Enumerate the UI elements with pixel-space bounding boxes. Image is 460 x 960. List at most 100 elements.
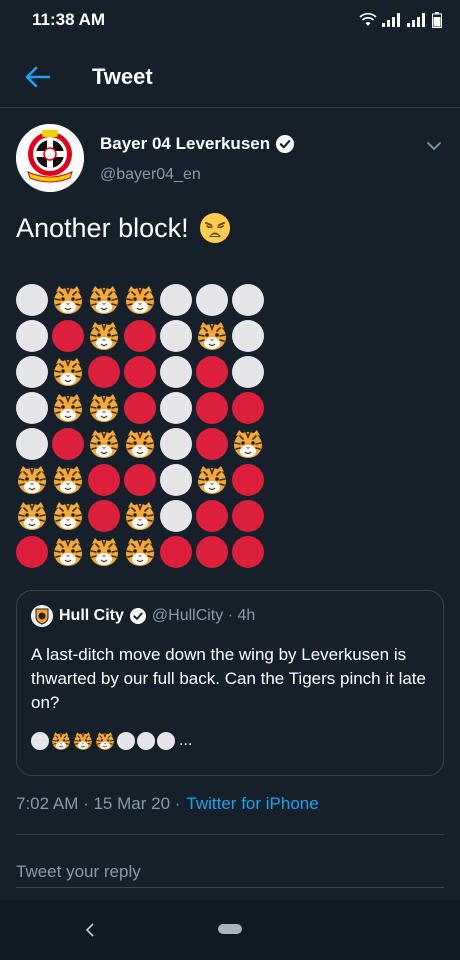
grid-row <box>16 284 266 320</box>
tiger-cell <box>124 500 156 532</box>
red-circle <box>52 428 84 460</box>
verified-badge-icon <box>129 608 146 624</box>
tiger-cell <box>88 284 120 316</box>
tiger-cell <box>52 392 84 424</box>
red-circle <box>232 536 264 568</box>
white-circle <box>16 428 48 460</box>
tiger-face-icon <box>126 430 154 458</box>
grid-row <box>16 356 266 392</box>
author-handle: @bayer04_en <box>100 166 201 183</box>
tiger-cell <box>88 392 120 424</box>
bayer-leverkusen-logo <box>16 124 84 192</box>
red-circle <box>196 428 228 460</box>
signal-icon <box>382 13 400 27</box>
quoted-author-name: Hull City <box>59 607 124 624</box>
tiger-face-icon <box>54 286 82 314</box>
author-name[interactable]: Bayer 04 Leverkusen <box>100 134 295 154</box>
nav-home-pill[interactable] <box>218 924 242 934</box>
tiger-cell <box>16 500 48 532</box>
red-circle <box>232 464 264 496</box>
red-circle <box>160 536 192 568</box>
hull-city-avatar <box>31 605 53 627</box>
white-circle <box>196 284 228 316</box>
tweet-timestamp: 7:02 AM · 15 Mar 20 · <box>16 794 181 813</box>
tiger-cell <box>52 500 84 532</box>
tiger-cell <box>52 356 84 388</box>
tiger-cell <box>232 428 264 460</box>
tiger-face-icon <box>52 732 70 750</box>
red-circle <box>88 500 120 532</box>
red-circle <box>124 320 156 352</box>
white-circle <box>137 732 155 750</box>
arrow-left-icon <box>25 66 51 87</box>
tiger-cell <box>52 464 84 496</box>
chevron-left-icon <box>85 923 94 937</box>
tiger-cell <box>124 428 156 460</box>
tiger-face-icon <box>90 430 118 458</box>
white-circle <box>232 284 264 316</box>
white-circle <box>16 320 48 352</box>
tiger-face-icon <box>126 502 154 530</box>
avatar[interactable] <box>16 124 84 192</box>
tiger-face-icon <box>18 466 46 494</box>
tiger-face-icon <box>54 394 82 422</box>
tiger-face-icon <box>54 358 82 386</box>
red-circle <box>88 464 120 496</box>
tiger-cell <box>52 536 84 568</box>
status-bar: 11:38 AM <box>0 0 460 40</box>
tiger-face-icon <box>234 430 262 458</box>
tiger-face-icon <box>198 466 226 494</box>
red-circle <box>16 536 48 568</box>
chevron-down-icon[interactable] <box>424 136 444 156</box>
nav-back-button[interactable] <box>80 916 100 944</box>
grid-row <box>16 392 266 428</box>
tiger-face-icon <box>126 286 154 314</box>
red-circle <box>232 392 264 424</box>
white-circle <box>232 356 264 388</box>
quoted-tweet-header: Hull City @HullCity · 4h <box>31 605 255 627</box>
quoted-tweet-text: A last-ditch move down the wing by Lever… <box>31 645 426 712</box>
quoted-tweet[interactable]: Hull City @HullCity · 4h A last-ditch mo… <box>16 590 444 776</box>
tiger-face-icon <box>90 322 118 350</box>
page-title: Tweet <box>92 63 153 89</box>
status-icons <box>359 12 442 28</box>
top-app-bar: Tweet <box>0 46 460 108</box>
battery-icon <box>432 12 442 28</box>
white-circle <box>16 392 48 424</box>
signal-icon-2 <box>407 13 425 27</box>
tiger-face-icon <box>18 502 46 530</box>
tiger-cell <box>88 320 120 352</box>
grid-row <box>16 464 266 500</box>
tweet-text: Another block! <box>16 212 231 244</box>
quoted-author-handle: @HullCity · 4h <box>151 607 256 624</box>
system-nav-bar <box>0 900 460 960</box>
red-circle <box>124 356 156 388</box>
quoted-emoji-line: ... <box>31 731 192 751</box>
tiger-face-icon <box>54 538 82 566</box>
white-circle <box>160 356 192 388</box>
emoji-grid <box>16 284 266 572</box>
red-circle <box>88 356 120 388</box>
author-name-text: Bayer 04 Leverkusen <box>100 134 271 153</box>
red-circle <box>232 500 264 532</box>
back-button[interactable] <box>20 59 56 95</box>
tiger-face-icon <box>198 322 226 350</box>
grid-row <box>16 428 266 464</box>
tweet-source-link[interactable]: Twitter for iPhone <box>186 794 318 814</box>
red-circle <box>196 392 228 424</box>
white-circle <box>160 392 192 424</box>
tiger-face-icon <box>54 502 82 530</box>
tiger-face-icon <box>74 732 92 750</box>
tiger-cell <box>196 464 228 496</box>
reply-input[interactable] <box>16 856 444 888</box>
red-circle <box>196 356 228 388</box>
white-circle <box>157 732 175 750</box>
grid-row <box>16 536 266 572</box>
white-circle <box>160 428 192 460</box>
tiger-face-icon <box>54 466 82 494</box>
tweet-meta: 7:02 AM · 15 Mar 20 · Twitter for iPhone <box>16 794 319 814</box>
tiger-face-icon <box>90 286 118 314</box>
red-circle <box>196 500 228 532</box>
red-circle <box>124 392 156 424</box>
tiger-cell <box>124 536 156 568</box>
